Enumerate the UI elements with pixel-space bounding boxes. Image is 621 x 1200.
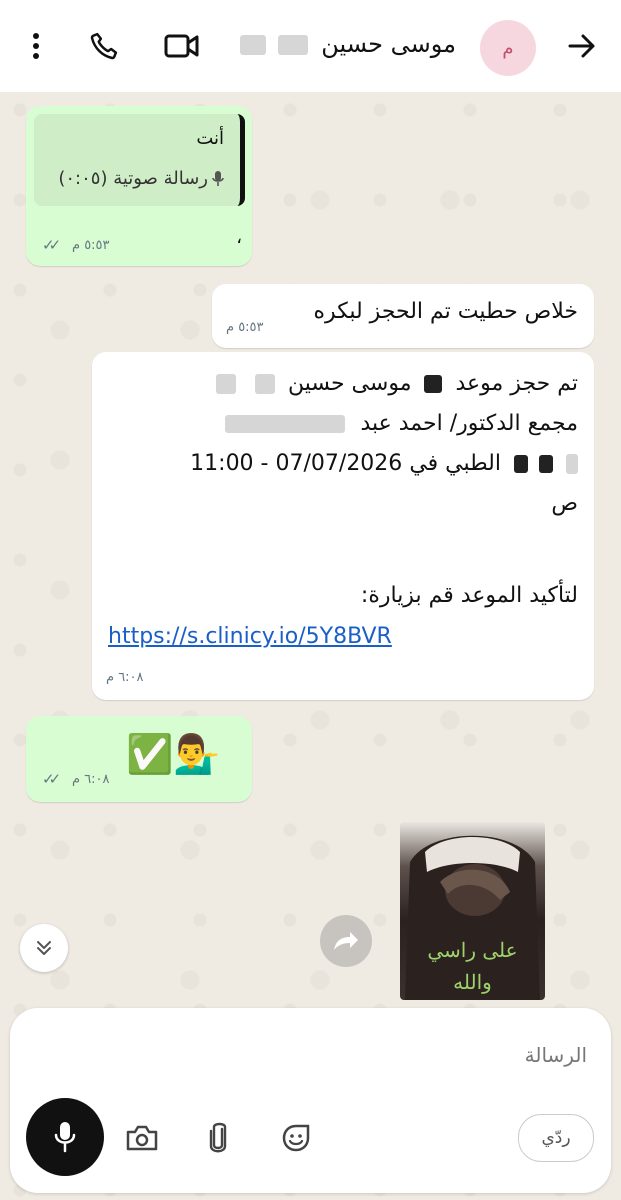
redacted-text (225, 415, 346, 433)
contact-name: موسى حسين (321, 30, 456, 58)
sticker-caption: على راسي (427, 938, 518, 962)
voice-call-icon (90, 32, 118, 60)
mic-icon (54, 1122, 76, 1153)
back-arrow-icon (568, 34, 595, 58)
contact-name-area[interactable]: موسى حسين (206, 30, 456, 62)
attach-icon (209, 1122, 227, 1153)
redacted-text (539, 455, 553, 473)
voice-message-label: رسالة صوتية (٠:٠٥) (58, 168, 208, 189)
incoming-message-bubble[interactable]: خلاص حطيت تم الحجز لبكره ٥:٥٣ م (212, 284, 594, 348)
message-time: ٥:٥٣ م (226, 320, 264, 335)
emoji-message: ✅💁‍♂️ (126, 732, 221, 776)
double-check-icon: ✓✓ (42, 770, 61, 788)
scroll-to-bottom-button[interactable] (20, 924, 68, 972)
redacted-text (239, 35, 266, 55)
more-vert-icon (33, 33, 39, 59)
video-call-icon (164, 34, 199, 58)
sticker-button[interactable] (274, 1116, 318, 1160)
quick-reply-button[interactable]: ردّي (518, 1114, 594, 1162)
incoming-message-bubble[interactable]: تم حجز موعد موسى حسين مجمع الدكتور/ احمد… (92, 352, 594, 700)
avatar[interactable]: م (480, 20, 536, 76)
sticker-caption: والله (453, 970, 492, 994)
redacted-text (277, 35, 308, 55)
message-line-text: لتأكيد الموعد قم بزيارة: (360, 583, 578, 608)
message-line-text: موسى حسين (287, 371, 412, 396)
more-options-button[interactable] (14, 24, 58, 68)
quick-reply-label: ردّي (541, 1128, 571, 1148)
message-line: تم حجز موعد موسى حسين (210, 364, 578, 404)
forward-button[interactable] (320, 915, 372, 967)
camera-button[interactable] (120, 1116, 164, 1160)
message-line: ص (551, 484, 578, 524)
sticker-icon (282, 1124, 310, 1152)
quote-author: أنت (196, 128, 224, 149)
back-button[interactable] (560, 24, 604, 68)
voice-call-button[interactable] (82, 24, 126, 68)
message-line-text: ص (551, 491, 578, 516)
voice-record-button[interactable] (26, 1098, 104, 1176)
appointment-link[interactable]: https://s.clinicy.io/5Y8BVR (108, 624, 392, 649)
message-input[interactable] (30, 1028, 589, 1082)
redacted-text (254, 374, 275, 394)
message-line-text: الطبي في (409, 451, 501, 476)
redacted-text (424, 375, 443, 393)
quote-body: رسالة صوتية (٠:٠٥) (58, 168, 224, 189)
mic-icon (212, 171, 224, 186)
message-line: الطبي في 07/07/2026 - 11:00 (190, 444, 578, 484)
message-time: ٦:٠٨ م (72, 772, 110, 787)
forward-icon (334, 932, 358, 950)
video-call-button[interactable] (160, 24, 204, 68)
attach-button[interactable] (196, 1116, 240, 1160)
scroll-down-icon (37, 941, 51, 955)
message-text: خلاص حطيت تم الحجز لبكره (313, 299, 578, 324)
message-time: ٥:٥٣ م (72, 238, 110, 253)
chat-header: موسى حسين م (0, 0, 621, 92)
redacted-text (566, 454, 578, 474)
message-composer: ردّي (10, 1008, 611, 1193)
message-line-text: تم حجز موعد (455, 371, 578, 396)
message-line-text: مجمع الدكتور/ احمد عبد (360, 411, 578, 436)
message-time: ٦:٠٨ م (106, 670, 144, 685)
sticker-message[interactable]: على راسي والله (400, 822, 545, 1000)
double-check-icon: ✓✓ (42, 236, 61, 254)
redacted-text (514, 455, 528, 473)
quoted-message[interactable]: أنت رسالة صوتية (٠:٠٥) (34, 114, 245, 206)
camera-icon (126, 1125, 158, 1151)
message-text: ، (236, 227, 242, 248)
outgoing-message-bubble[interactable]: ✅💁‍♂️ ✓✓ ٦:٠٨ م (26, 716, 252, 802)
avatar-initial: م (502, 37, 514, 59)
message-line: مجمع الدكتور/ احمد عبد (225, 404, 578, 444)
message-line-text: 07/07/2026 - 11:00 (190, 451, 403, 476)
outgoing-message-bubble[interactable]: أنت رسالة صوتية (٠:٠٥) ، ✓✓ ٥:٥٣ م (26, 106, 252, 266)
redacted-text (215, 374, 236, 394)
message-line: لتأكيد الموعد قم بزيارة: (361, 576, 578, 616)
